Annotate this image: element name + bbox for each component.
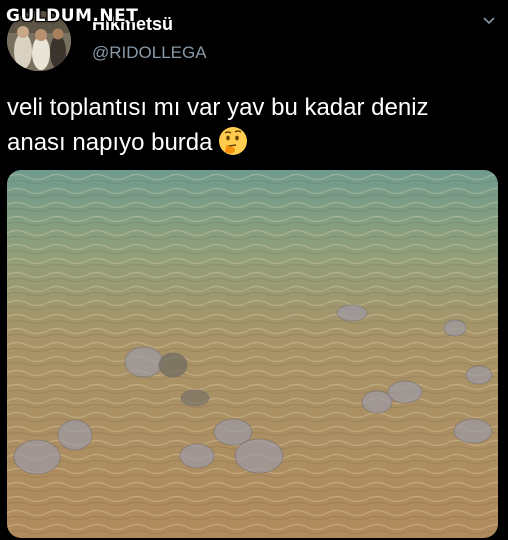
chevron-down-icon[interactable] (482, 14, 496, 28)
thinking-face-emoji-icon (217, 125, 249, 157)
tweet-text: veli toplantısı mı var yav bu kadar deni… (7, 90, 502, 160)
tweet-text-line-1: veli toplantısı mı var yav bu kadar deni… (7, 94, 429, 121)
user-handle[interactable]: @RIDOLLEGA (92, 43, 207, 63)
tweet-text-line-2: anası napıyo burda (7, 129, 213, 156)
watermark-logo: GULDUM.NET (6, 6, 139, 26)
tweet-photo-jellyfish-in-sea[interactable] (7, 170, 498, 538)
